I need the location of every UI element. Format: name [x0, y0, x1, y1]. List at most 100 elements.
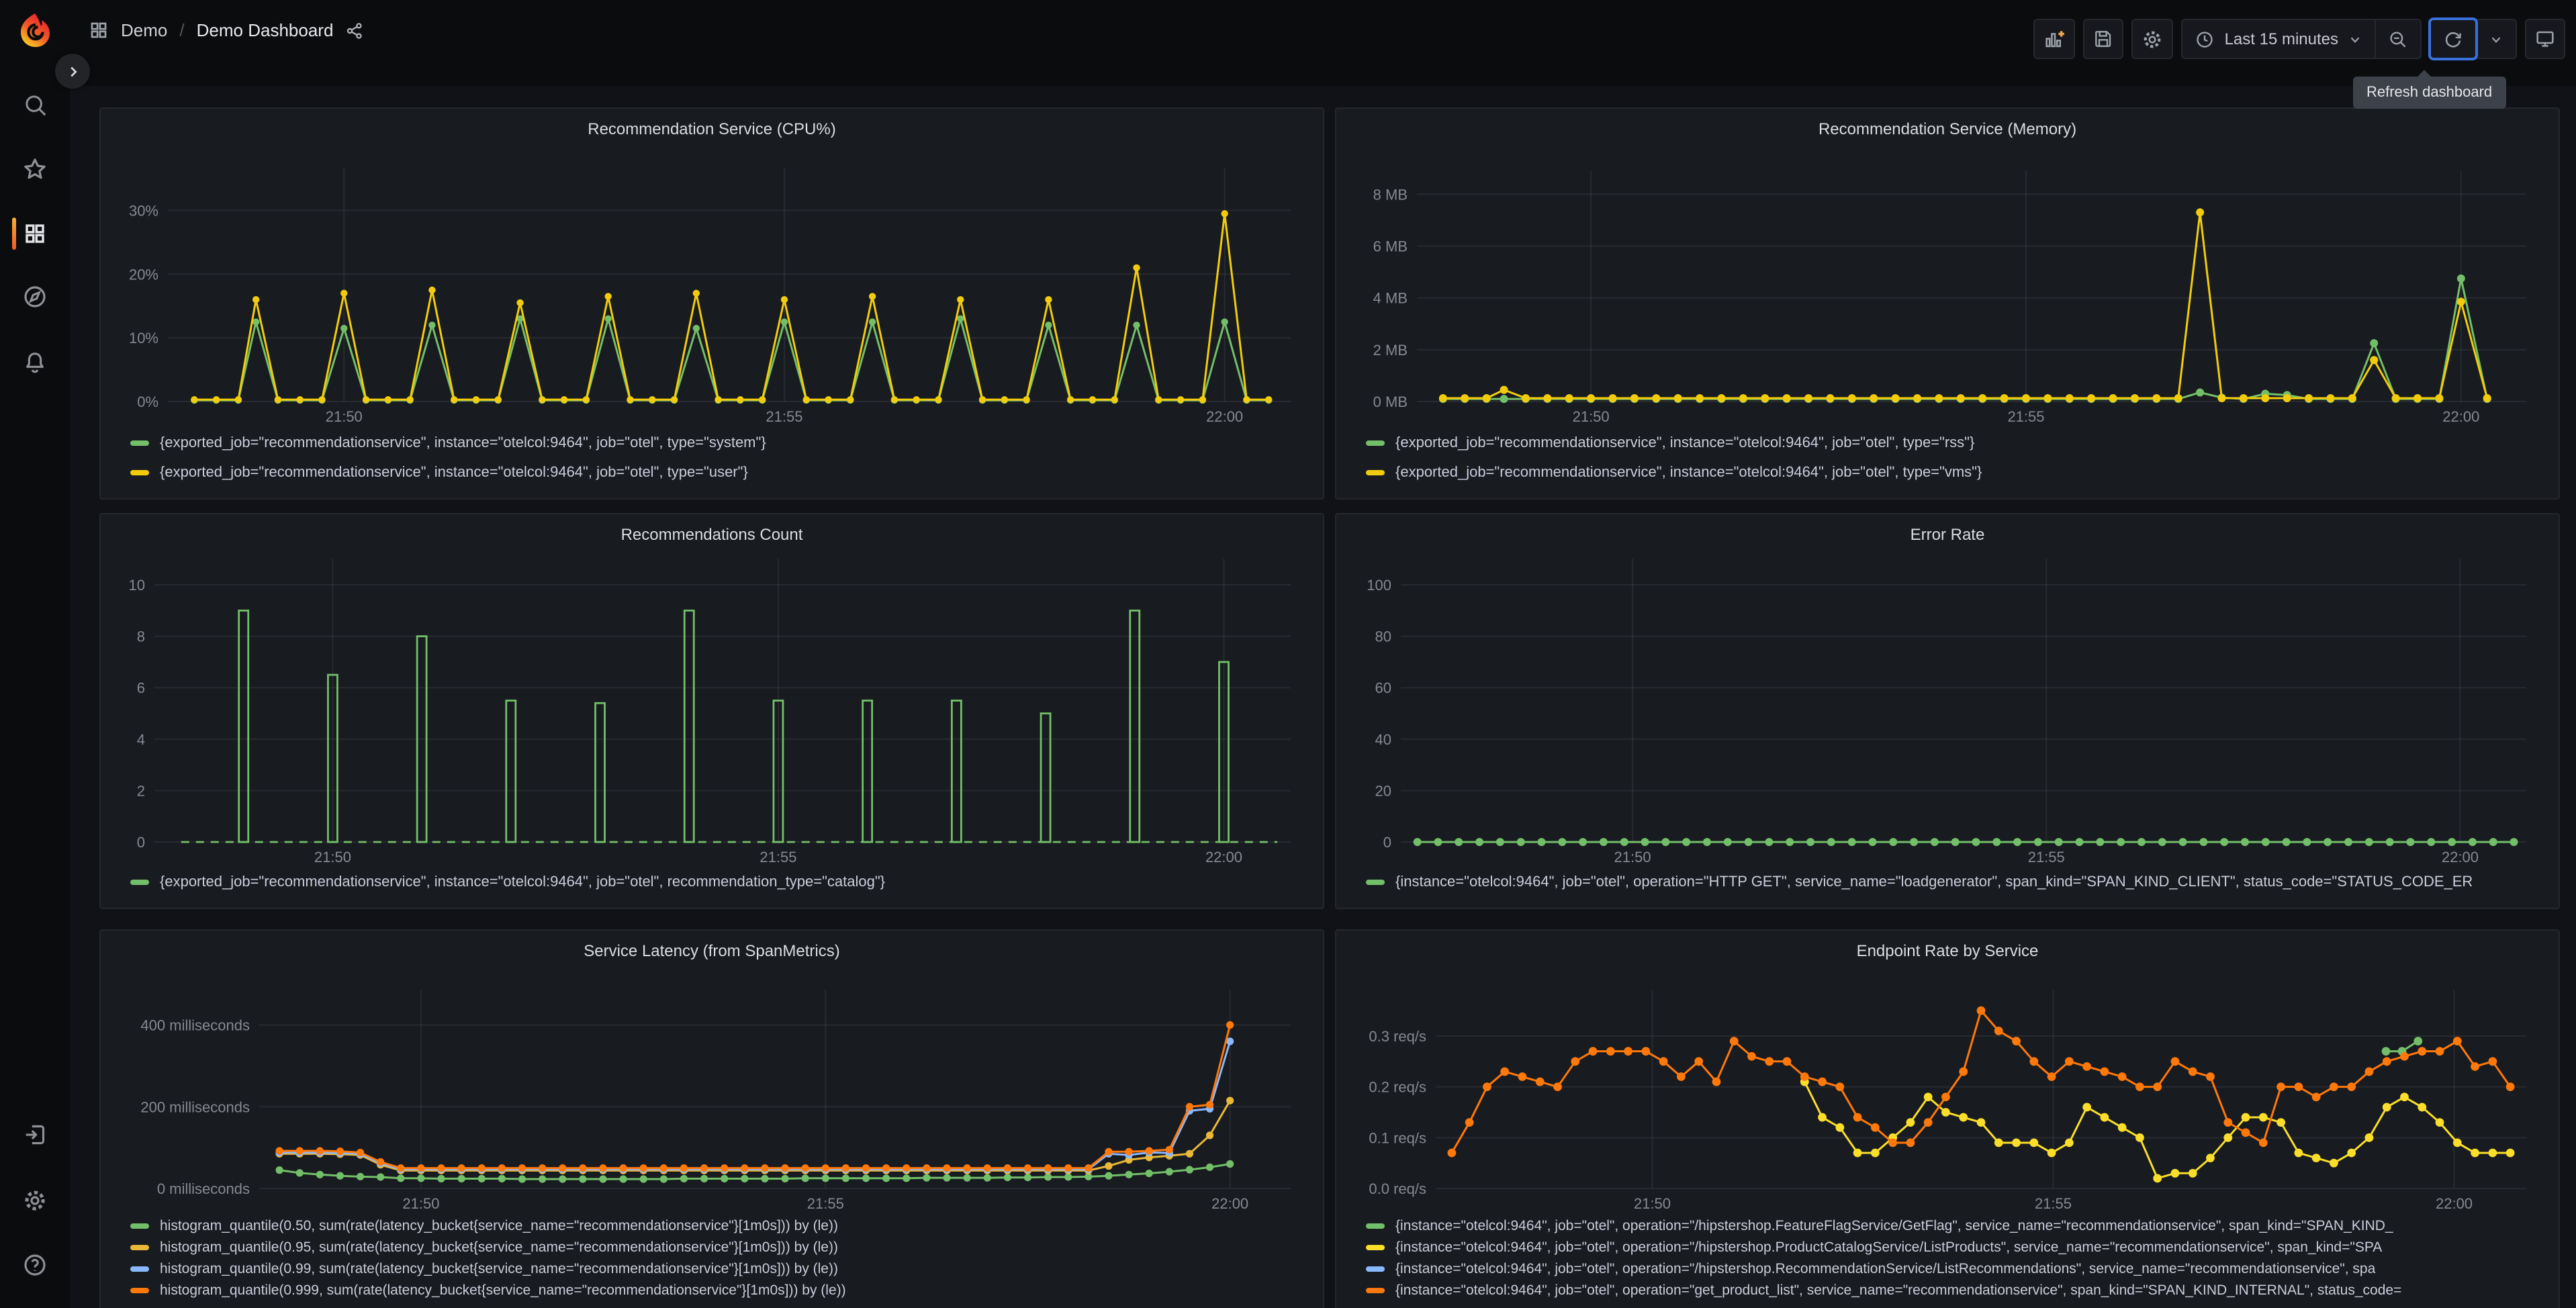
svg-text:21:50: 21:50 [314, 849, 351, 866]
legend-item[interactable]: {exported_job="recommendationservice", i… [1366, 428, 2545, 458]
panel-legend: histogram_quantile(0.50, sum(rate(latenc… [114, 1215, 1309, 1301]
svg-text:0%: 0% [137, 393, 158, 410]
legend-item[interactable]: {exported_job="recommendationservice", i… [1366, 458, 2545, 487]
legend-item[interactable]: {exported_job="recommendationservice", i… [130, 458, 1309, 487]
dashboard-grid-icon [89, 20, 109, 40]
share-icon[interactable] [345, 21, 364, 40]
legend-item[interactable]: {instance="otelcol:9464", job="otel", op… [1366, 1215, 2545, 1237]
panel-chart[interactable]: 21:50 21:55 22:00 0.0 req/s 0.1 req/s 0.2 req… [1350, 966, 2545, 1215]
svg-text:22:00: 22:00 [2442, 408, 2479, 425]
legend-label[interactable]: {instance="otelcol:9464", job="otel", op… [1395, 1240, 2382, 1256]
time-range-picker[interactable]: Last 15 minutes [2183, 20, 2375, 58]
svg-text:21:55: 21:55 [760, 849, 796, 866]
legend-label[interactable]: histogram_quantile(0.99, sum(rate(latenc… [160, 1261, 838, 1277]
svg-text:21:55: 21:55 [2028, 849, 2065, 866]
breadcrumb-separator: / [179, 20, 185, 40]
panel-title[interactable]: Error Rate [1350, 522, 2545, 549]
svg-text:22:00: 22:00 [2436, 1195, 2473, 1212]
sidebar-item-sign-in[interactable] [0, 1108, 70, 1162]
legend-label[interactable]: {instance="otelcol:9464", job="otel", op… [1395, 874, 2473, 890]
sidebar-item-alerting[interactable] [0, 336, 70, 389]
panel-chart[interactable]: 21:50 21:55 22:00 0 20 40 60 80 100 [1350, 549, 2545, 869]
legend-item[interactable]: histogram_quantile(0.50, sum(rate(latenc… [130, 1215, 1309, 1237]
svg-text:21:55: 21:55 [766, 408, 802, 425]
legend-item[interactable]: {exported_job="recommendationservice", i… [130, 869, 1309, 896]
panel-legend: {instance="otelcol:9464", job="otel", op… [1350, 869, 2545, 896]
legend-label[interactable]: {exported_job="recommendationservice", i… [160, 435, 766, 451]
panel-chart[interactable]: 21:50 21:55 22:00 0 milliseconds 200 millise… [114, 966, 1309, 1215]
svg-text:21:50: 21:50 [402, 1195, 439, 1212]
legend-label[interactable]: {instance="otelcol:9464", job="otel", op… [1395, 1261, 2375, 1277]
panel-chart[interactable]: 21:50 21:55 22:00 0% 10% 20% 30% [114, 144, 1309, 428]
legend-item[interactable]: histogram_quantile(0.999, sum(rate(laten… [130, 1280, 1309, 1301]
bell-icon [26, 353, 44, 373]
refresh-group [2428, 17, 2517, 60]
sidebar-expand-toggle[interactable] [55, 54, 90, 89]
cycle-view-mode-button[interactable] [2525, 19, 2565, 59]
legend-label[interactable]: {instance="otelcol:9464", job="otel", op… [1395, 1282, 2401, 1299]
legend-label[interactable]: histogram_quantile(0.50, sum(rate(latenc… [160, 1218, 838, 1234]
legend-swatch [130, 440, 149, 446]
panel-legend: {exported_job="recommendationservice", i… [114, 428, 1309, 487]
panel-error-rate: Error Rate 21:50 21:55 22:00 0 20 40 60 80 100 {… [1335, 513, 2560, 909]
dashboard-settings-button[interactable] [2131, 19, 2174, 59]
svg-text:2: 2 [137, 782, 145, 799]
svg-text:0 MB: 0 MB [1373, 393, 1408, 410]
legend-swatch [1366, 440, 1385, 446]
chevron-right-icon [70, 66, 77, 77]
legend-swatch [1366, 880, 1385, 885]
panel-title[interactable]: Recommendation Service (CPU%) [114, 117, 1309, 144]
sidebar-item-help[interactable] [0, 1238, 70, 1292]
refresh-interval-caret[interactable] [2475, 20, 2516, 58]
svg-text:6 MB: 6 MB [1373, 238, 1408, 254]
sidebar-item-explore[interactable] [0, 270, 70, 324]
breadcrumb-section[interactable]: Demo [121, 20, 167, 40]
grafana-logo[interactable] [15, 11, 55, 51]
legend-label[interactable]: {instance="otelcol:9464", job="otel", op… [1395, 1218, 2393, 1234]
svg-text:60: 60 [1375, 680, 1391, 696]
svg-text:21:50: 21:50 [326, 408, 363, 425]
svg-text:0.0 req/s: 0.0 req/s [1369, 1180, 1426, 1197]
legend-item[interactable]: {exported_job="recommendationservice", i… [130, 428, 1309, 458]
legend-label[interactable]: {exported_job="recommendationservice", i… [160, 465, 748, 481]
legend-item[interactable]: histogram_quantile(0.99, sum(rate(latenc… [130, 1258, 1309, 1280]
sidebar-item-dashboards[interactable] [0, 207, 70, 261]
panel-chart[interactable]: 21:50 21:55 22:00 0 MB 2 MB 4 MB 6 MB 8 MB [1350, 144, 2545, 428]
sidebar-item-search[interactable] [0, 78, 70, 132]
legend-item[interactable]: {instance="otelcol:9464", job="otel", op… [1366, 869, 2545, 896]
star-icon [24, 158, 46, 179]
toolbar-actions: Last 15 minutes [2033, 17, 2565, 60]
panel-title[interactable]: Service Latency (from SpanMetrics) [114, 939, 1309, 966]
legend-label[interactable]: {exported_job="recommendationservice", i… [1395, 465, 1982, 481]
sidebar-item-favorites[interactable] [0, 142, 70, 196]
svg-text:22:00: 22:00 [1206, 408, 1243, 425]
legend-item[interactable]: {instance="otelcol:9464", job="otel", op… [1366, 1258, 2545, 1280]
panel-title[interactable]: Recommendation Service (Memory) [1350, 117, 2545, 144]
panel-chart[interactable]: 21:50 21:55 22:00 0 2 4 6 8 10 [114, 549, 1309, 869]
legend-item[interactable]: {instance="otelcol:9464", job="otel", op… [1366, 1280, 2545, 1301]
panel-recommendation-service-memory: Recommendation Service (Memory) 21:50 21:… [1335, 107, 2560, 500]
legend-label[interactable]: histogram_quantile(0.999, sum(rate(laten… [160, 1282, 846, 1299]
panel-legend: {exported_job="recommendationservice", i… [114, 869, 1309, 896]
add-panel-button[interactable] [2033, 19, 2076, 59]
legend-label[interactable]: {exported_job="recommendationservice", i… [1395, 435, 1974, 451]
panel-title[interactable]: Endpoint Rate by Service [1350, 939, 2545, 966]
panel-title[interactable]: Recommendations Count [114, 522, 1309, 549]
legend-label[interactable]: histogram_quantile(0.95, sum(rate(latenc… [160, 1240, 838, 1256]
legend-swatch [130, 1245, 149, 1250]
legend-item[interactable]: {instance="otelcol:9464", job="otel", op… [1366, 1237, 2545, 1258]
refresh-button[interactable] [2428, 17, 2478, 60]
svg-text:8: 8 [137, 628, 145, 645]
legend-swatch [1366, 1288, 1385, 1293]
sidebar-item-settings[interactable] [0, 1174, 70, 1227]
save-dashboard-button[interactable] [2083, 19, 2124, 59]
legend-swatch [130, 880, 149, 885]
legend-swatch [1366, 470, 1385, 475]
legend-item[interactable]: histogram_quantile(0.95, sum(rate(latenc… [130, 1237, 1309, 1258]
legend-swatch [130, 1288, 149, 1293]
panel-service-latency: Service Latency (from SpanMetrics) 21:50… [99, 929, 1324, 1308]
zoom-out-button[interactable] [2375, 20, 2420, 58]
compass-icon [24, 286, 46, 308]
svg-text:21:50: 21:50 [1634, 1195, 1671, 1212]
legend-label[interactable]: {exported_job="recommendationservice", i… [160, 874, 885, 890]
